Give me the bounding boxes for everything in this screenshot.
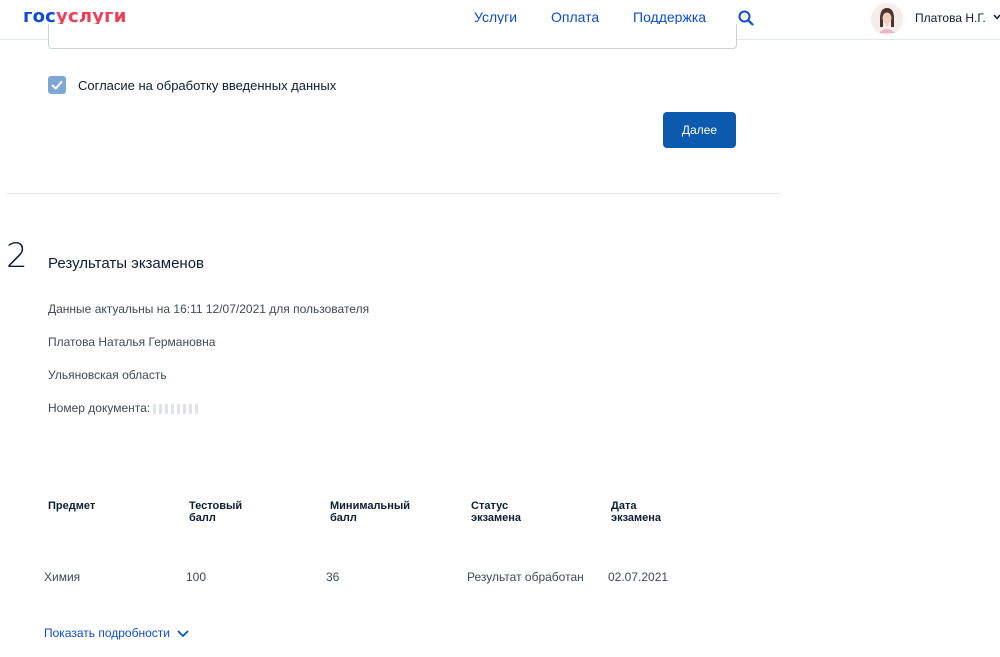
document-number-redacted (153, 403, 200, 414)
cell-test-score: 100 (186, 570, 207, 584)
checkmark-icon (51, 80, 63, 90)
avatar[interactable] (871, 3, 903, 35)
header-exam-date: Дата экзамена (611, 500, 662, 524)
cell-min-score: 36 (326, 570, 340, 584)
nav-payment[interactable]: Оплата (551, 9, 599, 25)
section-title: Результаты экзаменов (48, 255, 205, 272)
nav-support[interactable]: Поддержка (633, 9, 706, 25)
user-avatar-icon (871, 3, 903, 35)
user-full-name: Платова Наталья Германовна (48, 335, 216, 349)
header-subject: Предмет (48, 500, 96, 512)
region-line: Ульяновская область (48, 368, 167, 382)
header-test-score: Тестовый балл (189, 500, 243, 524)
show-details-link[interactable]: Показать подробности (44, 626, 189, 640)
document-number-line: Номер документа: (48, 401, 200, 415)
header-min-score: Минимальный балл (330, 500, 410, 524)
document-number-label: Номер документа: (48, 401, 151, 415)
header-exam-status: Статус экзамена (471, 500, 522, 524)
chevron-down-icon (177, 630, 189, 637)
cell-subject: Химия (44, 570, 81, 584)
user-name[interactable]: Платова Н.Г. (915, 11, 986, 25)
next-button[interactable]: Далее (663, 112, 736, 148)
section-divider (6, 193, 780, 194)
show-details-label: Показать подробности (44, 626, 170, 640)
step-number: 2 (6, 236, 28, 276)
nav-services[interactable]: Услуги (474, 9, 517, 25)
cell-exam-date: 02.07.2021 (608, 570, 669, 584)
consent-label[interactable]: Согласие на обработку введенных данных (78, 78, 336, 93)
text-input-field[interactable] (48, 24, 737, 49)
data-actual-line: Данные актуальны на 16:11 12/07/2021 для… (48, 302, 370, 316)
search-icon[interactable] (737, 9, 755, 27)
cell-exam-status: Результат обработан (467, 570, 584, 584)
chevron-down-icon[interactable] (993, 13, 1000, 21)
consent-checkbox[interactable] (48, 76, 66, 94)
